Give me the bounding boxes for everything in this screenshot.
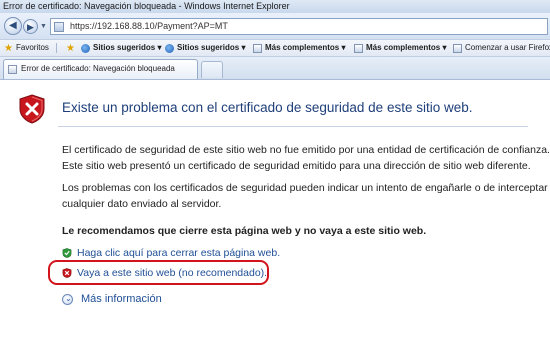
ie-icon: [81, 43, 90, 53]
more-information-label[interactable]: Más información: [81, 293, 162, 305]
window-title: Error de certificado: Navegación bloquea…: [3, 1, 290, 11]
page-icon: [253, 43, 262, 53]
shield-error-icon: [19, 94, 45, 124]
favorites-label: Favoritos: [16, 43, 49, 52]
ie-icon: [165, 43, 174, 53]
text-line: Los problemas con los certificados de se…: [62, 182, 548, 194]
close-page-link-text[interactable]: Haga clic aquí para cerrar esta página w…: [77, 247, 280, 259]
history-dropdown-icon[interactable]: ▼: [40, 23, 47, 30]
favorites-item-label: Sitios sugeridos ▾: [93, 43, 162, 52]
window-title-bar: Error de certificado: Navegación bloquea…: [0, 0, 550, 13]
more-information-toggle[interactable]: ⌄ Más información: [62, 293, 162, 305]
navigation-bar: ◀ ▶ ▼ https://192.168.88.10/Payment?AP=M…: [0, 13, 550, 39]
favorites-item-label: Más complementos ▾: [265, 43, 346, 52]
recommendation-text: Le recomendamos que cierre esta página w…: [62, 225, 427, 237]
new-tab-button[interactable]: [201, 61, 223, 78]
favorites-item-suggested-1[interactable]: Sitios sugeridos ▾: [81, 40, 161, 56]
favorites-item-suggested-2[interactable]: Sitios sugeridos ▾: [165, 40, 245, 56]
explanation-paragraph: El certificado de seguridad de este siti…: [62, 142, 550, 174]
text-line: Este sitio web presentó un certificado d…: [62, 160, 531, 172]
page-icon: [54, 22, 64, 32]
back-button[interactable]: ◀: [4, 17, 22, 35]
favorites-item-addons-1[interactable]: Más complementos ▾: [253, 40, 345, 56]
forward-button[interactable]: ▶: [23, 19, 38, 34]
back-arrow-icon: ◀: [9, 20, 17, 31]
text-line: El certificado de seguridad de este siti…: [62, 144, 550, 156]
address-url[interactable]: https://192.168.88.10/Payment?AP=MT: [70, 21, 228, 31]
favorites-button[interactable]: ★ Favoritos: [4, 40, 49, 56]
favorites-item-tools[interactable]: ★: [66, 40, 78, 56]
chevron-down-icon: ⌄: [62, 293, 73, 305]
favorites-item-label: Más complementos ▾: [366, 43, 447, 52]
warning-paragraph: Los problemas con los certificados de se…: [62, 180, 548, 212]
address-bar[interactable]: https://192.168.88.10/Payment?AP=MT: [50, 18, 548, 35]
forward-arrow-icon: ▶: [27, 22, 34, 32]
tab-bar: Error de certificado: Navegación bloquea…: [0, 57, 550, 80]
page-icon: [8, 65, 17, 74]
star-icon: ★: [4, 42, 13, 54]
red-highlight-oval: [48, 260, 269, 285]
page-icon: [354, 43, 363, 53]
tab-certificate-error[interactable]: Error de certificado: Navegación bloquea…: [3, 59, 198, 79]
favorites-item-firefox[interactable]: Comenzar a usar Firefox: [453, 40, 550, 56]
favorites-item-label: Comenzar a usar Firefox: [465, 43, 550, 52]
tab-label: Error de certificado: Navegación bloquea…: [21, 64, 175, 73]
page-content: Existe un problema con el certificado de…: [0, 80, 550, 347]
add-favorite-icon: ★: [66, 42, 75, 54]
favorites-item-addons-2[interactable]: Más complementos ▾: [354, 40, 446, 56]
green-shield-check-icon: [62, 248, 72, 258]
page-title: Existe un problema con el certificado de…: [62, 100, 473, 115]
page-icon: [453, 43, 462, 53]
favorites-item-label: Sitios sugeridos ▾: [177, 43, 246, 52]
close-page-link[interactable]: Haga clic aquí para cerrar esta página w…: [62, 247, 280, 259]
favorites-bar: ★ Favoritos ★ Sitios sugeridos ▾ Sitios …: [0, 39, 550, 57]
divider: [56, 43, 57, 53]
text-line: cualquier dato enviado al servidor.: [62, 198, 222, 210]
divider: [58, 126, 528, 127]
